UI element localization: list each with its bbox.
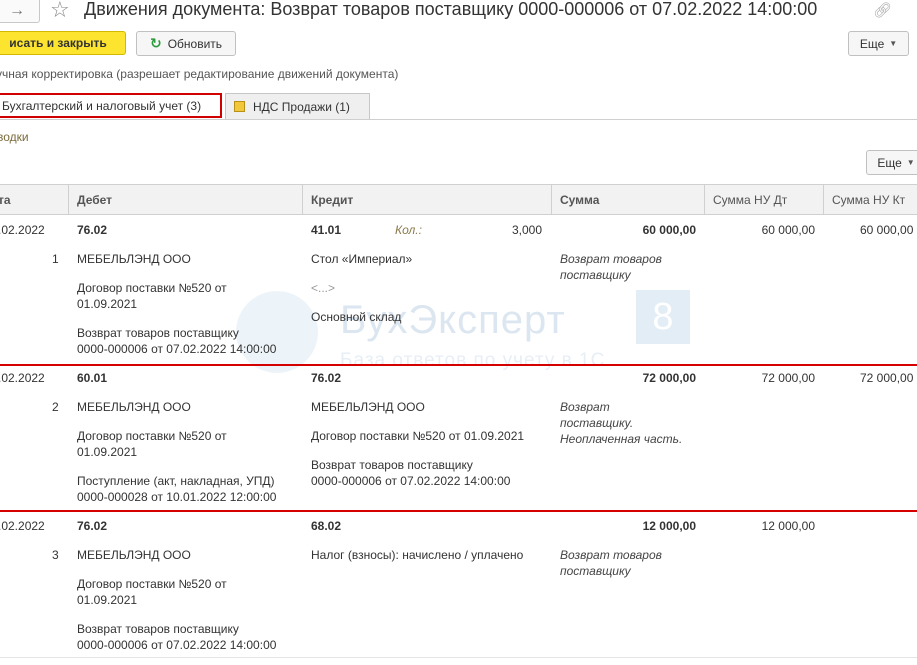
star-icon[interactable]: ☆: [50, 0, 70, 23]
amount-nu-kt: 72 000,00: [860, 371, 914, 385]
debit-subconto-2-cont: 01.09.2021: [77, 445, 138, 459]
tab-strip-divider: [0, 119, 917, 120]
chevron-down-icon: ▼: [889, 39, 898, 48]
debit-subconto-3: Поступление (акт, накладная, УПД): [77, 474, 275, 488]
row-highlight-line: [0, 364, 917, 366]
qty-label: Кол.:: [395, 223, 422, 237]
forward-arrow-icon: →: [9, 2, 25, 19]
table-more-label: Еще: [877, 155, 902, 170]
content-cont: поставщику.: [560, 416, 634, 430]
document-icon: [234, 101, 245, 112]
link-icon[interactable]: 🔗︎: [873, 1, 892, 19]
col-amount-nu-dt[interactable]: Сумма НУ Дт: [713, 193, 787, 207]
content: Возврат товаров: [560, 548, 662, 562]
amount-nu-kt: 60 000,00: [860, 223, 914, 237]
amount: 72 000,00: [642, 371, 696, 385]
content-cont: поставщику: [560, 564, 631, 578]
debit-account: 76.02: [77, 223, 108, 237]
row-date: .02.2022: [0, 519, 45, 533]
tab-accounting[interactable]: Бухгалтерский и налоговый учет (3): [0, 93, 222, 118]
credit-subconto-3: Возврат товаров поставщику: [311, 458, 473, 472]
credit-subconto-3-cont: 0000-000006 от 07.02.2022 14:00:00: [311, 474, 511, 488]
debit-account: 60.01: [77, 371, 108, 385]
more-button[interactable]: Еще ▼: [848, 31, 909, 56]
credit-subconto-1: Налог (взносы): начислено / уплачено: [311, 548, 524, 562]
col-amount-nu-kt[interactable]: Сумма НУ Кт: [832, 193, 905, 207]
credit-account: 76.02: [311, 371, 342, 385]
credit-account: 41.01: [311, 223, 342, 237]
watermark-tagline: База ответов по учету в 1С: [340, 350, 606, 371]
col-debit[interactable]: Дебет: [77, 193, 112, 207]
table-header: та Дебет Кредит Сумма Сумма НУ Дт Сумма …: [0, 184, 917, 215]
credit-subconto-3: Основной склад: [311, 310, 402, 324]
forward-button[interactable]: →: [0, 0, 40, 23]
content-cont: поставщику: [560, 268, 631, 282]
content: Возврат: [560, 400, 610, 414]
amount-nu-dt: 12 000,00: [761, 519, 815, 533]
refresh-button[interactable]: ↻ Обновить: [136, 31, 236, 56]
window-title: Движения документа: Возврат товаров пост…: [84, 0, 818, 19]
row-separator: [0, 657, 917, 658]
debit-subconto-3-cont: 0000-000006 от 07.02.2022 14:00:00: [77, 638, 277, 652]
debit-subconto-1: МЕБЕЛЬЛЭНД ООО: [77, 548, 191, 562]
tab-vat-sales[interactable]: НДС Продажи (1): [225, 93, 370, 119]
post-and-close-button[interactable]: исать и закрыть: [0, 31, 126, 55]
refresh-label: Обновить: [167, 36, 223, 51]
amount: 12 000,00: [642, 519, 696, 533]
content-cont-2: Неоплаченная часть.: [560, 432, 683, 446]
row-number: 1: [52, 252, 59, 266]
col-date[interactable]: та: [0, 193, 11, 207]
debit-subconto-3-cont: 0000-000006 от 07.02.2022 14:00:00: [77, 342, 277, 356]
debit-subconto-2: Договор поставки №520 от: [77, 577, 227, 591]
chevron-down-icon: ▼: [906, 158, 915, 167]
watermark-logo: [236, 291, 318, 373]
col-credit[interactable]: Кредит: [311, 193, 353, 207]
amount-nu-dt: 72 000,00: [761, 371, 815, 385]
refresh-icon: ↻: [149, 35, 162, 51]
debit-subconto-2-cont: 01.09.2021: [77, 297, 138, 311]
debit-subconto-1: МЕБЕЛЬЛЭНД ООО: [77, 400, 191, 414]
watermark-badge: 8: [636, 290, 690, 344]
credit-account: 68.02: [311, 519, 342, 533]
credit-subconto-1: Стол «Империал»: [311, 252, 413, 266]
table-more-button[interactable]: Еще ▼: [866, 150, 917, 175]
content: Возврат товаров: [560, 252, 662, 266]
tab-vat-sales-label: НДС Продажи (1): [253, 99, 350, 114]
manual-adjustment-label[interactable]: учная корректировка (разрешает редактиро…: [0, 67, 398, 81]
qty-value: 3,000: [511, 223, 542, 237]
debit-subconto-2: Договор поставки №520 от: [77, 281, 227, 295]
entries-group-label: водки: [0, 130, 29, 144]
tab-accounting-label: Бухгалтерский и налоговый учет (3): [2, 98, 202, 113]
debit-subconto-3: Возврат товаров поставщику: [77, 622, 239, 636]
row-highlight-line: [0, 510, 917, 512]
more-label: Еще: [859, 36, 885, 51]
credit-subconto-2: <...>: [311, 281, 336, 295]
debit-subconto-3: Возврат товаров поставщику: [77, 326, 239, 340]
credit-subconto-2: Договор поставки №520 от 01.09.2021: [311, 429, 525, 443]
debit-subconto-2-cont: 01.09.2021: [77, 593, 138, 607]
row-date: .02.2022: [0, 223, 45, 237]
row-date: .02.2022: [0, 371, 45, 385]
credit-subconto-1: МЕБЕЛЬЛЭНД ООО: [311, 400, 425, 414]
amount: 60 000,00: [642, 223, 696, 237]
amount-nu-dt: 60 000,00: [761, 223, 815, 237]
row-number: 3: [52, 548, 59, 562]
debit-subconto-3-cont: 0000-000028 от 10.01.2022 12:00:00: [77, 490, 277, 504]
debit-subconto-2: Договор поставки №520 от: [77, 429, 227, 443]
debit-subconto-1: МЕБЕЛЬЛЭНД ООО: [77, 252, 191, 266]
col-amount[interactable]: Сумма: [560, 193, 599, 207]
debit-account: 76.02: [77, 519, 108, 533]
row-number: 2: [52, 400, 59, 414]
